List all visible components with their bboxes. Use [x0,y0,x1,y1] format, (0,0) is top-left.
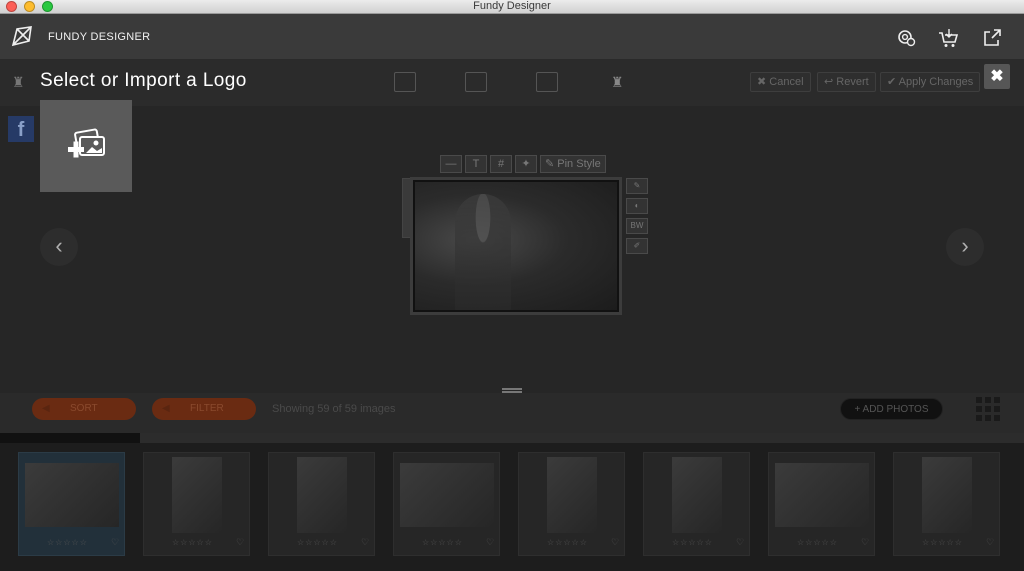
revert-label: Revert [836,76,869,88]
favorite-heart-icon[interactable]: ♡ [611,537,619,548]
import-logo-tile[interactable] [40,100,132,192]
card-mode-icon[interactable] [536,72,558,92]
favorite-heart-icon[interactable]: ♡ [736,537,744,548]
grid-tool[interactable]: # [490,155,512,173]
cart-icon[interactable] [937,27,959,49]
cancel-label: Cancel [769,76,804,88]
filter-button[interactable]: ◀ FILTER [152,398,256,420]
sort-label: SORT [70,403,98,414]
next-page-button[interactable]: › [946,228,984,266]
thumbnail[interactable]: ☆☆☆☆☆ ♡ [518,452,625,556]
favorite-heart-icon[interactable]: ♡ [486,537,494,548]
photo-side-tools: ✎ ◐ BW ✐ [626,178,648,254]
thumbnail-rating[interactable]: ☆☆☆☆☆ [297,538,338,547]
frame-minus-tool[interactable]: — [440,155,462,173]
sort-caret-icon: ◀ [42,403,50,414]
filter-label: FILTER [190,403,224,414]
thumbnail[interactable]: ☆☆☆☆☆ ♡ [768,452,875,556]
apply-label: Apply Changes [898,76,974,88]
workspace: ♜ ♜ ✖ Cancel ↩ Revert ✔ Apply Changes f … [0,60,1024,571]
filter-caret-icon: ◀ [162,403,170,414]
image-count-text: Showing 59 of 59 images [272,403,396,415]
pin-tool-icon[interactable]: ✦ [515,155,537,173]
frame-toolbar: — T # ✦ ✎ Pin Style [440,155,606,173]
thumbnail-image [547,457,597,533]
thumbnail[interactable]: ☆☆☆☆☆ ♡ [393,452,500,556]
settings-gear-icon[interactable] [895,27,917,49]
bw-button[interactable]: BW [626,218,648,234]
thumbnail[interactable]: ☆☆☆☆☆ ♡ [18,452,125,556]
photo-image [413,180,619,312]
thumbnail-rating[interactable]: ☆☆☆☆☆ [547,538,588,547]
app-title: FUNDY DESIGNER [48,31,151,43]
sort-button[interactable]: ◀ SORT [32,398,136,420]
favorite-heart-icon[interactable]: ♡ [361,537,369,548]
favorite-heart-icon[interactable]: ♡ [236,537,244,548]
thumbnail-rating[interactable]: ☆☆☆☆☆ [672,538,713,547]
photo-frame[interactable] [410,177,622,315]
thumbnail-rating[interactable]: ☆☆☆☆☆ [422,538,463,547]
pin-style-button[interactable]: ✎ Pin Style [540,155,606,173]
load-progress-bar [0,433,1024,443]
window-titlebar: Fundy Designer [0,0,1024,14]
thumbnail-rating[interactable]: ☆☆☆☆☆ [797,538,838,547]
favorite-heart-icon[interactable]: ♡ [861,537,869,548]
brand-stamp-icon[interactable]: ♜ [611,74,629,92]
stamp-icon[interactable]: ♜ [12,74,30,92]
close-dialog-button[interactable]: ✖ [984,64,1010,89]
thumbnail[interactable]: ☆☆☆☆☆ ♡ [643,452,750,556]
add-photos-button[interactable]: + ADD PHOTOS [840,398,943,420]
thumbnail-image [400,463,494,527]
text-tool[interactable]: T [465,155,487,173]
eyedropper-icon[interactable]: ✐ [626,238,648,254]
dialog-title: Select or Import a Logo [40,70,247,91]
thumbnail-image [775,463,869,527]
thumbnail[interactable]: ☆☆☆☆☆ ♡ [143,452,250,556]
favorite-heart-icon[interactable]: ♡ [111,537,119,548]
thumbnail-image [25,463,119,527]
thumbnail-rating[interactable]: ☆☆☆☆☆ [922,538,963,547]
prev-page-button[interactable]: ‹ [40,228,78,266]
thumbnail-rating[interactable]: ☆☆☆☆☆ [172,538,213,547]
thumbnail[interactable]: ☆☆☆☆☆ ♡ [893,452,1000,556]
thumbnail-image [922,457,972,533]
fundy-logo-icon [11,26,32,47]
favorite-heart-icon[interactable]: ♡ [986,537,994,548]
album-mode-icon[interactable] [394,72,416,92]
grid-view-icon[interactable] [976,397,1000,421]
cancel-button[interactable]: ✖ Cancel [750,72,811,92]
apply-changes-button[interactable]: ✔ Apply Changes [880,72,981,92]
revert-button[interactable]: ↩ Revert [817,72,876,92]
thumbnail-image [672,457,722,533]
wall-mode-icon[interactable] [465,72,487,92]
app-header: FUNDY DESIGNER [0,14,1024,60]
color-adjust-icon[interactable]: ◐ [626,198,648,214]
edit-pencil-icon[interactable]: ✎ [626,178,648,194]
facebook-icon[interactable]: f [8,116,34,142]
thumbnail-image [297,457,347,533]
window-title: Fundy Designer [473,0,551,12]
pin-style-label: Pin Style [557,158,601,170]
thumbnail-rating[interactable]: ☆☆☆☆☆ [47,538,88,547]
load-progress-fill [0,433,141,443]
external-link-icon[interactable] [981,27,1003,49]
filmstrip: ☆☆☆☆☆ ♡ ☆☆☆☆☆ ♡ ☆☆☆☆☆ ♡ ☆☆☆☆☆ ♡ ☆☆☆☆☆ ♡ ☆☆☆☆☆ ♡ ☆☆☆☆… [0,443,1024,571]
filmstrip-controls: ◀ SORT ◀ FILTER Showing 59 of 59 images … [0,393,1024,433]
photo-subject [455,194,511,310]
thumbnail[interactable]: ☆☆☆☆☆ ♡ [268,452,375,556]
import-photos-icon [68,128,105,158]
thumbnail-image [172,457,222,533]
